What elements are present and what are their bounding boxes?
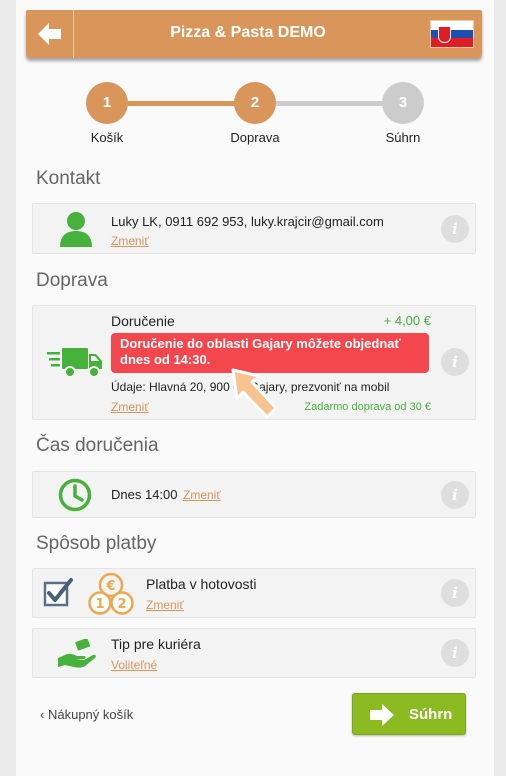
svg-text:1: 1 bbox=[95, 597, 104, 612]
step-3-circle[interactable]: 3 bbox=[382, 82, 424, 124]
delivery-section-title: Doprava bbox=[36, 270, 108, 291]
step-1-circle[interactable]: 1 bbox=[86, 82, 128, 124]
tip-optional-link[interactable]: Voliteľné bbox=[111, 658, 157, 672]
user-icon bbox=[60, 212, 92, 247]
contact-info: Luky LK, 0911 692 953, luky.krajcir@gmai… bbox=[111, 214, 384, 229]
step-connector-2 bbox=[276, 101, 384, 106]
contact-info-icon[interactable]: i bbox=[441, 215, 469, 243]
free-delivery-note: Zadarmo doprava od 30 € bbox=[304, 401, 431, 413]
svg-text:€: € bbox=[105, 579, 115, 594]
summary-button[interactable]: Súhrn bbox=[352, 693, 466, 735]
delivery-time-section-title: Čas doručenia bbox=[36, 435, 159, 456]
delivery-time-value: Dnes 14:00 bbox=[111, 487, 178, 502]
chevron-left-icon: ‹ bbox=[40, 707, 45, 722]
step-2-label[interactable]: Doprava bbox=[205, 130, 305, 145]
step-1-label[interactable]: Košík bbox=[57, 130, 157, 145]
arrow-left-icon bbox=[37, 23, 61, 45]
page: Pizza & Pasta DEMO 1 2 3 Košík Doprava S… bbox=[16, 0, 494, 776]
slovakia-flag-icon[interactable] bbox=[430, 20, 474, 48]
arrow-right-icon bbox=[370, 704, 394, 726]
back-button[interactable] bbox=[26, 10, 74, 58]
payment-section-title: Spôsob platby bbox=[36, 533, 157, 554]
tip-info-icon[interactable]: i bbox=[441, 639, 469, 667]
coins-icon: € 1 2 bbox=[88, 572, 134, 615]
delivery-time-info-icon[interactable]: i bbox=[441, 481, 469, 509]
delivery-change-link[interactable]: Zmeniť bbox=[111, 400, 149, 414]
clock-icon bbox=[58, 478, 92, 512]
payment-method: Platba v hotovosti bbox=[146, 576, 257, 592]
payment-change-link[interactable]: Zmeniť bbox=[146, 598, 184, 612]
app-title: Pizza & Pasta DEMO bbox=[170, 24, 326, 41]
delivery-info-icon[interactable]: i bbox=[441, 348, 469, 376]
svg-text:2: 2 bbox=[117, 597, 126, 612]
delivery-method: Doručenie bbox=[111, 313, 175, 329]
delivery-truck-icon bbox=[47, 348, 102, 378]
tip-label: Tip pre kuriéra bbox=[111, 636, 201, 652]
delivery-card: Doručenie + 4,00 € Doručenie do oblasti … bbox=[32, 305, 476, 420]
back-to-cart-label: Nákupný košík bbox=[47, 707, 134, 722]
delivery-time-change-link[interactable]: Zmeniť bbox=[183, 488, 221, 502]
delivery-price: + 4,00 € bbox=[383, 313, 431, 328]
step-3-label[interactable]: Súhrn bbox=[353, 130, 453, 145]
app-header: Pizza & Pasta DEMO bbox=[26, 10, 482, 58]
payment-info-icon[interactable]: i bbox=[441, 579, 469, 607]
contact-card: Luky LK, 0911 692 953, luky.krajcir@gmai… bbox=[32, 203, 476, 254]
step-connector-1 bbox=[128, 101, 236, 106]
checkout-steps: 1 2 3 Košík Doprava Súhrn bbox=[16, 82, 494, 152]
payment-card: € 1 2 Platba v hotovosti Zmeniť i bbox=[32, 568, 476, 618]
tip-hand-icon bbox=[58, 639, 96, 668]
tip-card: Tip pre kuriéra Voliteľné i bbox=[32, 628, 476, 678]
summary-button-label: Súhrn bbox=[409, 706, 453, 723]
contact-change-link[interactable]: Zmeniť bbox=[111, 234, 149, 248]
checkbox-checked-icon[interactable] bbox=[43, 577, 75, 607]
pointer-arrow-icon bbox=[231, 368, 278, 419]
back-to-cart-link[interactable]: ‹ Nákupný košík bbox=[40, 707, 133, 722]
delivery-time-card: Dnes 14:00 Zmeniť i bbox=[32, 471, 476, 518]
step-2-circle[interactable]: 2 bbox=[234, 82, 276, 124]
contact-section-title: Kontakt bbox=[36, 168, 101, 189]
